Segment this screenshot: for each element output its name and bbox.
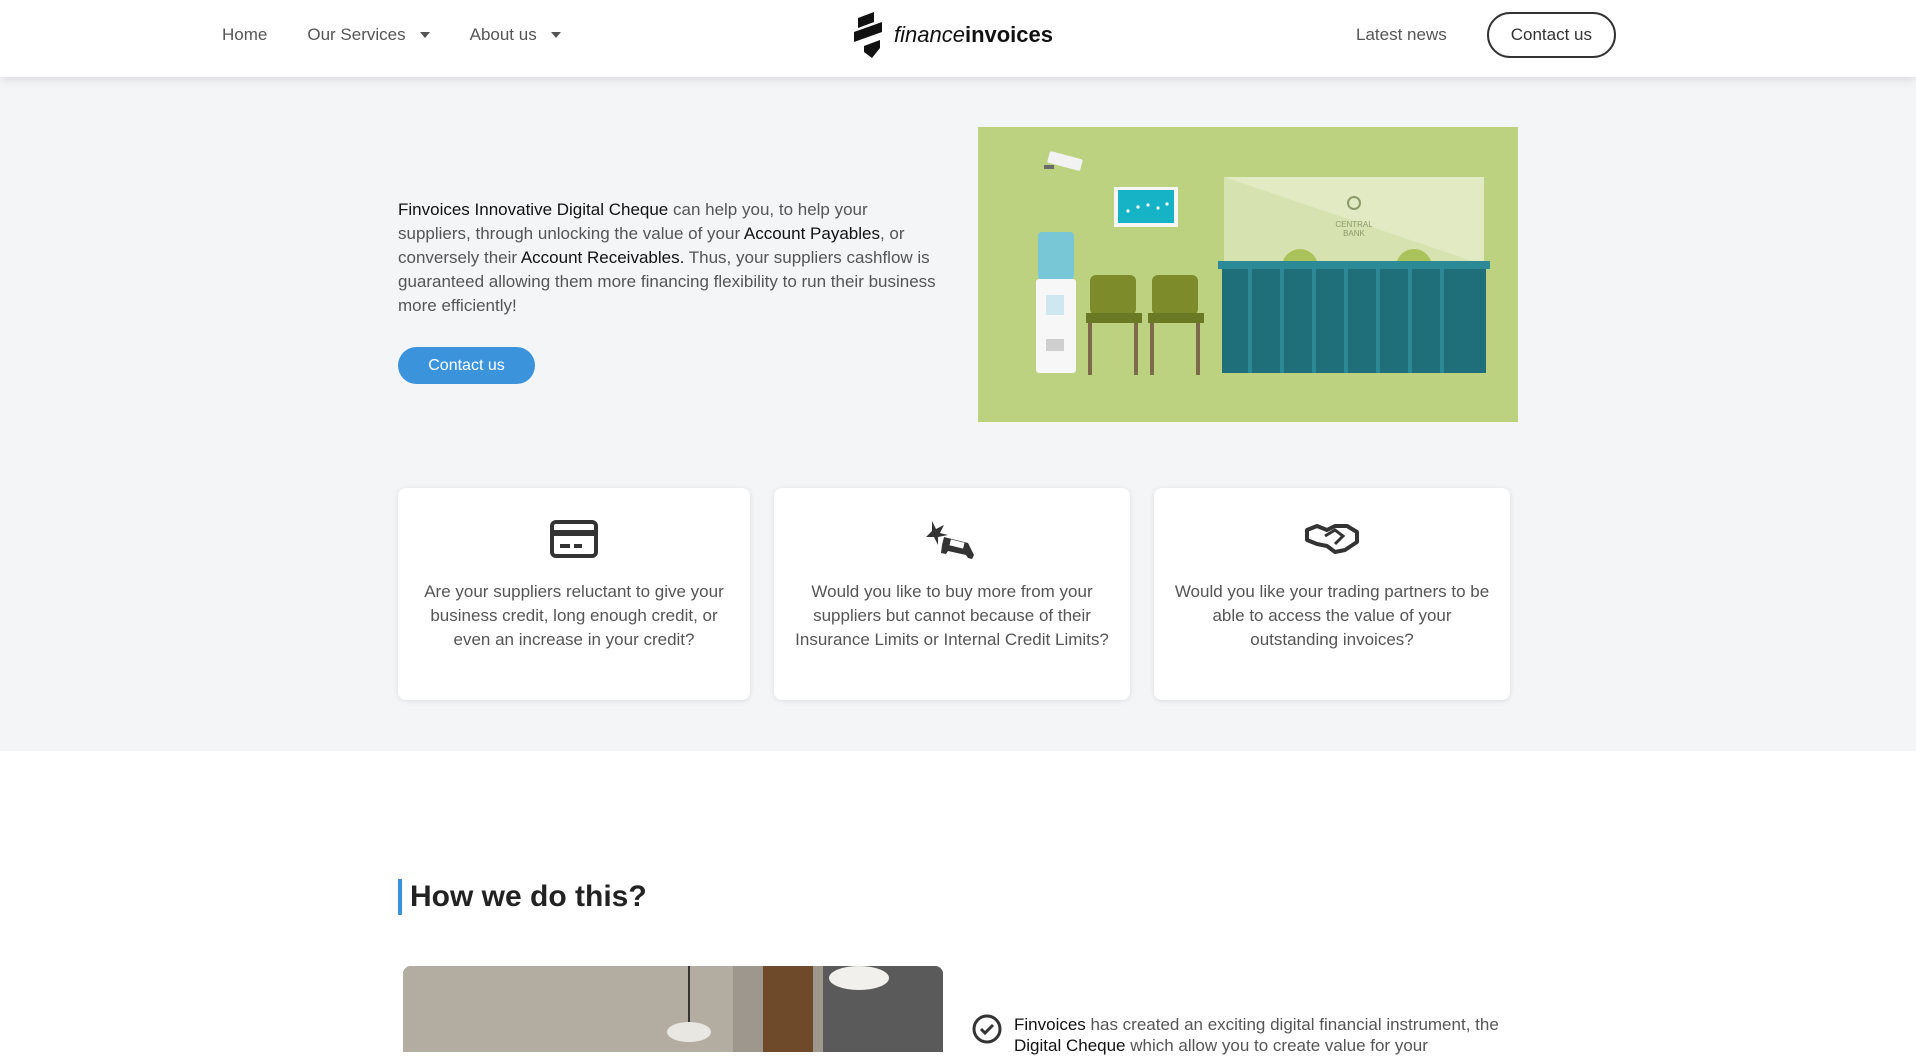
- svg-text:CENTRAL: CENTRAL: [1335, 220, 1373, 229]
- nav-home[interactable]: Home: [222, 25, 267, 45]
- feature-card-invoices: Would you like your trading partners to …: [1154, 488, 1510, 700]
- hero-text: Finvoices Innovative Digital Cheque can …: [398, 200, 936, 315]
- bank-counter: CENTRAL BANK: [1218, 177, 1490, 373]
- feature-card-credit: Are your suppliers reluctant to give you…: [398, 488, 750, 700]
- site-header: Home Our Services About us financeinvoic…: [0, 0, 1916, 77]
- car-crash-icon: [926, 516, 978, 562]
- nav-about-us[interactable]: About us: [470, 25, 561, 45]
- logo-wordmark: financeinvoices: [894, 22, 1053, 47]
- list-item: Finvoices has created an exciting digita…: [972, 1014, 1514, 1056]
- svg-text:BANK: BANK: [1343, 229, 1365, 238]
- water-cooler: [1036, 232, 1076, 373]
- header-contact-button[interactable]: Contact us: [1486, 12, 1616, 58]
- bank-lobby-illustration: CENTRAL BANK: [978, 127, 1518, 422]
- card-text: Would you like your trading partners to …: [1174, 582, 1490, 649]
- nav-latest-news[interactable]: Latest news: [1356, 25, 1447, 45]
- office-photo: [403, 966, 943, 1052]
- card-text: Would you like to buy more from your sup…: [795, 582, 1109, 649]
- section-heading: How we do this?: [398, 879, 647, 915]
- site-logo[interactable]: financeinvoices: [852, 12, 1053, 58]
- card-text: Are your suppliers reluctant to give you…: [424, 582, 724, 649]
- hero-section: Finvoices Innovative Digital Cheque can …: [0, 77, 1916, 751]
- credit-card-icon: [550, 516, 598, 562]
- nav-left: Home Our Services About us: [222, 0, 561, 70]
- caret-down-icon: [419, 32, 430, 38]
- caret-down-icon: [550, 32, 561, 38]
- list-item-text: Finvoices has created an exciting digita…: [1014, 1015, 1499, 1055]
- display-screen: [1114, 187, 1178, 227]
- check-circle-icon: [972, 1014, 1002, 1044]
- feature-card-limits: Would you like to buy more from your sup…: [774, 488, 1130, 700]
- handshake-icon: [1305, 516, 1359, 562]
- hero-contact-button[interactable]: Contact us: [398, 347, 535, 384]
- logo-mark-icon: [854, 12, 882, 58]
- nav-our-services[interactable]: Our Services: [307, 25, 430, 45]
- nav-right: Latest news Contact us: [1356, 0, 1616, 70]
